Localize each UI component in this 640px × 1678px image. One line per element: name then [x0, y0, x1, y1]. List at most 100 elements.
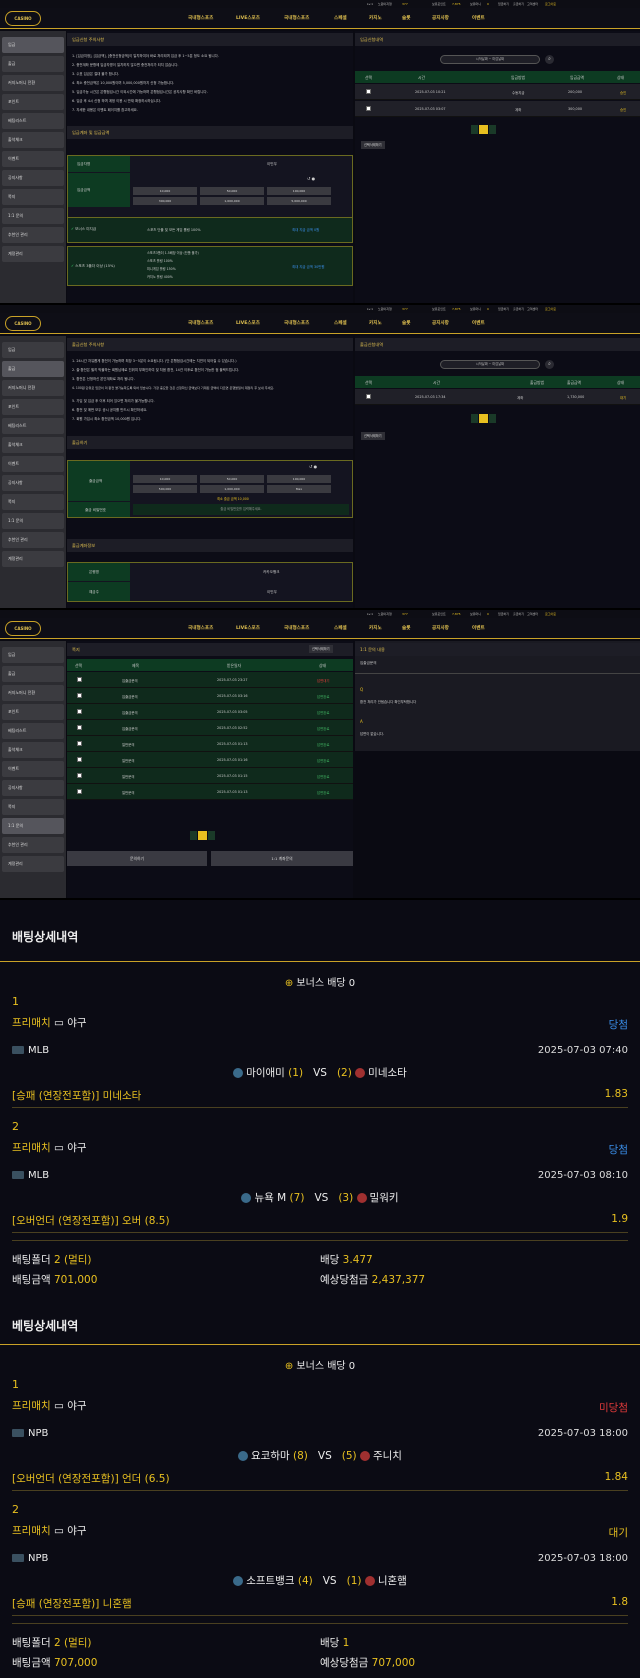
top-link-support[interactable]: 고객센터 [527, 307, 538, 311]
sidebar-item-betlist[interactable]: 베팅리스트 [2, 418, 64, 434]
bonus-option-link[interactable]: 최대 지급 금액 30만원 [292, 264, 325, 269]
write-inquiry-button[interactable]: 문의하기 [67, 851, 207, 866]
table-row[interactable]: 입출금문의 2025-07-03 23:27 답변대기 [67, 672, 353, 688]
top-link-withdraw[interactable]: 출금하기 [513, 612, 524, 616]
table-row[interactable]: 일반문의 2025-07-03 01:13 답변완료 [67, 784, 353, 800]
top-link-logout[interactable]: 로그아웃 [545, 2, 556, 6]
top-link-deposit[interactable]: 입금하기 [498, 307, 509, 311]
amount-button[interactable]: 50,000 [200, 187, 264, 195]
amount-button[interactable]: 100,000 [267, 187, 331, 195]
page-next[interactable] [489, 414, 496, 423]
amount-button[interactable]: Max [267, 485, 331, 493]
page-prev[interactable] [190, 831, 197, 840]
nav-live-sports[interactable]: LIVE스포츠 [236, 15, 260, 21]
page-prev[interactable] [471, 125, 478, 134]
top-link-support[interactable]: 고객센터 [527, 2, 538, 6]
nav-domestic-sports[interactable]: 국내형스포츠 [188, 625, 213, 631]
sidebar-item-notice[interactable]: 공지사항 [2, 780, 64, 796]
sidebar-item-withdraw[interactable]: 출금 [2, 361, 64, 377]
sidebar-item-deposit[interactable]: 입금 [2, 342, 64, 358]
reset-icon[interactable]: ↺ ● [307, 176, 315, 181]
nav-domestic-sports[interactable]: 국내형스포츠 [188, 320, 213, 326]
sidebar-item-referral[interactable]: 추천인 관리 [2, 532, 64, 548]
row-checkbox[interactable] [77, 693, 82, 698]
amount-button[interactable]: 1,000,000 [200, 485, 264, 493]
sidebar-item-inquiry[interactable]: 1:1 문의 [2, 208, 64, 224]
sidebar-item-deposit[interactable]: 입금 [2, 647, 64, 663]
bonus-option-link[interactable]: 최대 지급 금액 0원 [292, 227, 319, 232]
page-prev[interactable] [471, 414, 478, 423]
sidebar-item-betlist[interactable]: 베팅리스트 [2, 723, 64, 739]
page-current[interactable] [479, 414, 488, 423]
sidebar-item-casino-money[interactable]: 커지노머니 전환 [2, 75, 64, 91]
nav-live-sports[interactable]: LIVE스포츠 [236, 320, 260, 326]
sidebar-item-event[interactable]: 이벤트 [2, 456, 64, 472]
sidebar-item-attendance[interactable]: 출석체크 [2, 437, 64, 453]
sidebar-item-inquiry[interactable]: 1:1 문의 [2, 818, 64, 834]
sidebar-item-account[interactable]: 계정관리 [2, 856, 64, 872]
row-checkbox[interactable] [77, 709, 82, 714]
nav-casino[interactable]: 카지노 [369, 320, 382, 326]
top-link-deposit[interactable]: 입금하기 [498, 2, 509, 6]
date-range[interactable]: 시작날짜 ~ 마감날짜 [440, 360, 540, 369]
sidebar-item-casino-money[interactable]: 커지노머니 전환 [2, 685, 64, 701]
table-row[interactable]: 2025-07-03 03:07 계좌 300,000 승인 [355, 101, 640, 117]
table-row[interactable]: 일반문의 2025-07-03 01:13 답변완료 [67, 736, 353, 752]
row-checkbox[interactable] [366, 89, 371, 94]
nav-casino[interactable]: 카지노 [369, 15, 382, 21]
table-row[interactable]: 입출금문의 2025-07-03 03:05 답변완료 [67, 704, 353, 720]
search-icon[interactable]: ⌕ [545, 55, 554, 64]
sidebar-item-message[interactable]: 쪽지 [2, 494, 64, 510]
row-checkbox[interactable] [77, 741, 82, 746]
sidebar-item-deposit[interactable]: 입금 [2, 37, 64, 53]
nav-special[interactable]: 스페셜 [334, 15, 347, 21]
page-current[interactable] [479, 125, 488, 134]
amount-button[interactable]: 300,000 [133, 197, 197, 205]
page-next[interactable] [208, 831, 215, 840]
sidebar-item-message[interactable]: 쪽지 [2, 189, 64, 205]
table-row[interactable]: 2025-07-03 10:21 수동지급 200,000 승인 [355, 84, 640, 100]
date-range[interactable]: 시작날짜 ~ 마감날짜 [440, 55, 540, 64]
sidebar-item-referral[interactable]: 추천인 관리 [2, 837, 64, 853]
nav-live-sports[interactable]: LIVE스포츠 [236, 625, 260, 631]
row-checkbox[interactable] [77, 725, 82, 730]
nav-domestic-sports-2[interactable]: 국내형스포츠 [284, 320, 309, 326]
nav-event[interactable]: 이벤트 [472, 625, 485, 631]
table-row[interactable]: 일반문의 2025-07-03 01:16 답변완료 [67, 752, 353, 768]
sidebar-item-notice[interactable]: 공지사항 [2, 170, 64, 186]
sidebar-item-attendance[interactable]: 출석체크 [2, 132, 64, 148]
sidebar-item-event[interactable]: 이벤트 [2, 151, 64, 167]
sidebar-item-attendance[interactable]: 출석체크 [2, 742, 64, 758]
top-link-withdraw[interactable]: 출금하기 [513, 307, 524, 311]
reset-icon[interactable]: ↺ ● [309, 464, 317, 469]
sidebar-item-inquiry[interactable]: 1:1 문의 [2, 513, 64, 529]
nav-slot[interactable]: 슬롯 [402, 320, 410, 326]
row-checkbox[interactable] [77, 773, 82, 778]
row-checkbox[interactable] [77, 677, 82, 682]
page-current[interactable] [198, 831, 207, 840]
sidebar-item-withdraw[interactable]: 출금 [2, 56, 64, 72]
top-link-support[interactable]: 고객센터 [527, 612, 538, 616]
nav-event[interactable]: 이벤트 [472, 15, 485, 21]
delete-selected-button[interactable]: 선택삭제하기 [361, 432, 385, 440]
nav-event[interactable]: 이벤트 [472, 320, 485, 326]
nav-slot[interactable]: 슬롯 [402, 15, 410, 21]
row-checkbox[interactable] [77, 757, 82, 762]
table-row[interactable]: 2025-07-03 17:34 계좌 1,730,000 대기 [355, 389, 640, 405]
sidebar-item-betlist[interactable]: 베팅리스트 [2, 113, 64, 129]
delete-selected-button[interactable]: 선택삭제하기 [361, 141, 385, 149]
sidebar-item-casino-money[interactable]: 커지노머니 전환 [2, 380, 64, 396]
top-link-deposit[interactable]: 입금하기 [498, 612, 509, 616]
table-row[interactable]: 입출금문의 2025-07-03 03:16 답변완료 [67, 688, 353, 704]
sidebar-item-point[interactable]: 포인트 [2, 704, 64, 720]
sidebar-item-event[interactable]: 이벤트 [2, 761, 64, 777]
sidebar-item-notice[interactable]: 공지사항 [2, 475, 64, 491]
nav-special[interactable]: 스페셜 [334, 625, 347, 631]
delete-selected-button[interactable]: 선택삭제하기 [309, 645, 333, 653]
sidebar-item-account[interactable]: 계정관리 [2, 246, 64, 262]
nav-domestic-sports-2[interactable]: 국내형스포츠 [284, 625, 309, 631]
nav-slot[interactable]: 슬롯 [402, 625, 410, 631]
sidebar-item-referral[interactable]: 추천인 관리 [2, 227, 64, 243]
nav-notice[interactable]: 공지사항 [432, 320, 449, 326]
row-checkbox[interactable] [366, 394, 371, 399]
